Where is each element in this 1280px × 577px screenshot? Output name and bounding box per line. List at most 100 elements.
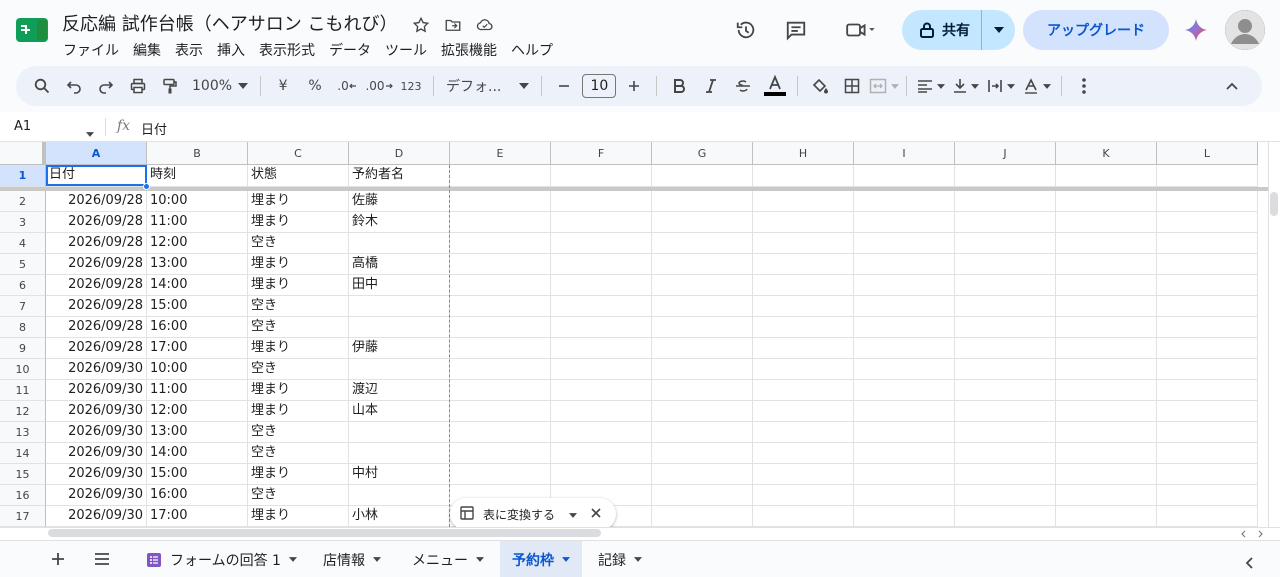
row-header[interactable]: 5 [0,254,46,275]
grid-cell[interactable] [652,443,753,464]
grid-cell[interactable] [450,401,551,422]
chip-dropdown-icon[interactable] [569,507,578,521]
grid-cell[interactable] [652,485,753,506]
grid-cell[interactable] [1157,401,1258,422]
row-header[interactable]: 14 [0,443,46,464]
cell-status[interactable]: 埋まり [248,212,349,233]
grid-cell[interactable] [450,254,551,275]
cell-status[interactable]: 空き [248,359,349,380]
cell-date[interactable]: 2026/09/28 [46,212,147,233]
cell-status[interactable]: 空き [248,422,349,443]
grid-cell[interactable] [955,506,1056,527]
column-header-b[interactable]: B [147,142,248,165]
undo-icon[interactable] [58,72,90,100]
grid-cell[interactable] [1056,275,1157,296]
row-header[interactable]: 6 [0,275,46,296]
grid-cell[interactable] [450,191,551,212]
row-header[interactable]: 12 [0,401,46,422]
grid-cell[interactable] [652,275,753,296]
cell-time[interactable]: 12:00 [147,401,248,422]
grid-cell[interactable] [1157,338,1258,359]
scroll-right-icon[interactable] [1254,529,1266,539]
grid-cell[interactable] [753,485,854,506]
cell-time[interactable]: 13:00 [147,254,248,275]
cell-status[interactable]: 空き [248,485,349,506]
horizontal-align-icon[interactable] [913,72,949,100]
cell-status[interactable]: 埋まり [248,464,349,485]
cell-time[interactable]: 12:00 [147,233,248,254]
cell-name[interactable]: 田中 [349,275,450,296]
cell-time[interactable]: 17:00 [147,338,248,359]
grid-cell[interactable] [955,191,1056,212]
grid-cell[interactable] [854,506,955,527]
text-color-icon[interactable] [759,72,791,100]
grid-cell[interactable] [551,401,652,422]
grid-cell[interactable] [450,443,551,464]
cell-time[interactable]: 17:00 [147,506,248,527]
cell-date[interactable]: 2026/09/28 [46,254,147,275]
grid-cell[interactable] [854,165,955,187]
font-size-input[interactable]: 10 [582,74,617,98]
cell-date[interactable]: 2026/09/30 [46,464,147,485]
cell-name[interactable]: 渡辺 [349,380,450,401]
collapse-menus-icon[interactable] [1216,72,1248,100]
close-icon[interactable] [591,507,601,521]
grid-cell[interactable] [753,275,854,296]
grid-cell[interactable] [955,338,1056,359]
cell-time[interactable]: 14:00 [147,275,248,296]
font-select[interactable]: デフォ... [440,72,535,100]
cell-time[interactable]: 11:00 [147,380,248,401]
menu-help[interactable]: ヘルプ [504,38,560,62]
menu-insert[interactable]: 挿入 [210,38,252,62]
grid-cell[interactable] [450,338,551,359]
grid-cell[interactable] [1157,191,1258,212]
menu-view[interactable]: 表示 [168,38,210,62]
grid-cell[interactable] [652,191,753,212]
row-header[interactable]: 8 [0,317,46,338]
cell-date[interactable]: 2026/09/28 [46,275,147,296]
grid-cell[interactable] [1056,380,1157,401]
more-options-icon[interactable] [1068,72,1100,100]
cell-name[interactable] [349,296,450,317]
cell-time[interactable]: 15:00 [147,464,248,485]
percent-format-button[interactable]: % [299,72,331,100]
sheet-tab-shop-info[interactable]: 店情報 [311,541,393,577]
grid-cell[interactable] [652,464,753,485]
cell-status[interactable]: 埋まり [248,275,349,296]
row-header[interactable]: 10 [0,359,46,380]
grid-cell[interactable] [652,165,753,187]
grid-cell[interactable] [1056,422,1157,443]
column-header-d[interactable]: D [349,142,450,165]
grid-cell[interactable] [450,359,551,380]
menu-file[interactable]: ファイル [56,38,126,62]
header-cell-name[interactable]: 予約者名 [349,165,450,187]
print-icon[interactable] [122,72,154,100]
grid-cell[interactable] [854,338,955,359]
cell-name[interactable]: 鈴木 [349,212,450,233]
grid-cell[interactable] [753,464,854,485]
cell-time[interactable]: 13:00 [147,422,248,443]
account-avatar[interactable] [1225,10,1265,50]
grid-cell[interactable] [1157,380,1258,401]
sheet-tab-menu[interactable]: メニュー [400,541,496,577]
grid-cell[interactable] [1056,254,1157,275]
gemini-sparkle-icon[interactable] [1182,16,1210,44]
text-rotation-icon[interactable] [1019,72,1055,100]
row-header[interactable]: 9 [0,338,46,359]
grid-cell[interactable] [1056,233,1157,254]
grid-cell[interactable] [854,359,955,380]
grid-cell[interactable] [854,422,955,443]
grid-cell[interactable] [1157,485,1258,506]
cell-status[interactable]: 空き [248,317,349,338]
cell-date[interactable]: 2026/09/28 [46,317,147,338]
grid-cell[interactable] [753,443,854,464]
cell-time[interactable]: 10:00 [147,191,248,212]
cell-date[interactable]: 2026/09/30 [46,422,147,443]
grid-cell[interactable] [551,464,652,485]
cell-name[interactable] [349,443,450,464]
grid-cell[interactable] [1157,233,1258,254]
grid-cell[interactable] [1056,506,1157,527]
grid-cell[interactable] [955,233,1056,254]
star-icon[interactable] [410,14,432,36]
grid-cell[interactable] [450,296,551,317]
